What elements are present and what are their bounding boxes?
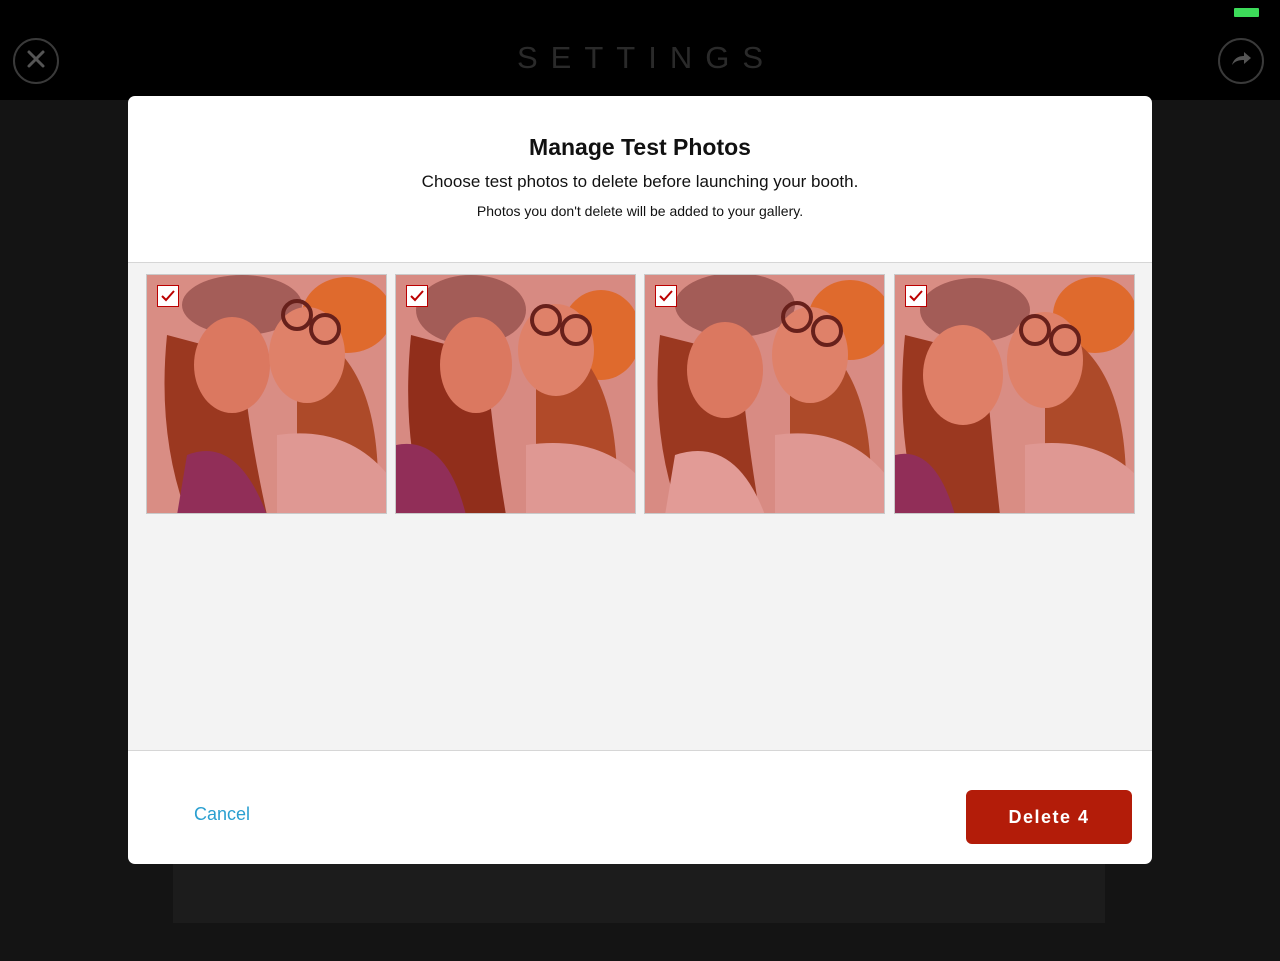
share-button[interactable] bbox=[1218, 38, 1264, 84]
cancel-button[interactable]: Cancel bbox=[194, 804, 250, 825]
photo-4-checkbox[interactable] bbox=[905, 285, 927, 307]
photo-1-checkbox[interactable] bbox=[157, 285, 179, 307]
background-panel bbox=[173, 860, 1105, 923]
dialog-note: Photos you don't delete will be added to… bbox=[476, 203, 804, 219]
photo-thumbnail-4[interactable] bbox=[894, 274, 1135, 514]
delete-button[interactable]: Delete 4 bbox=[966, 790, 1132, 844]
dialog-header: Manage Test Photos Choose test photos to… bbox=[128, 96, 1152, 262]
photo-3-checkbox[interactable] bbox=[655, 285, 677, 307]
battery-indicator bbox=[1234, 8, 1259, 17]
manage-photos-dialog: Manage Test Photos Choose test photos to… bbox=[128, 96, 1152, 864]
page-title: SETTINGS bbox=[516, 40, 776, 75]
photo-thumbnail-3[interactable] bbox=[644, 274, 885, 514]
top-bar: SETTINGS bbox=[0, 0, 1280, 100]
dialog-title: Manage Test Photos bbox=[529, 134, 751, 160]
photo-2-checkbox[interactable] bbox=[406, 285, 428, 307]
photo-thumbnail-2[interactable] bbox=[395, 274, 636, 514]
photo-thumbnail-1[interactable] bbox=[146, 274, 387, 514]
photo-grid bbox=[128, 262, 1152, 751]
share-arrow-icon bbox=[1229, 49, 1253, 74]
dialog-subtitle: Choose test photos to delete before laun… bbox=[421, 172, 859, 191]
